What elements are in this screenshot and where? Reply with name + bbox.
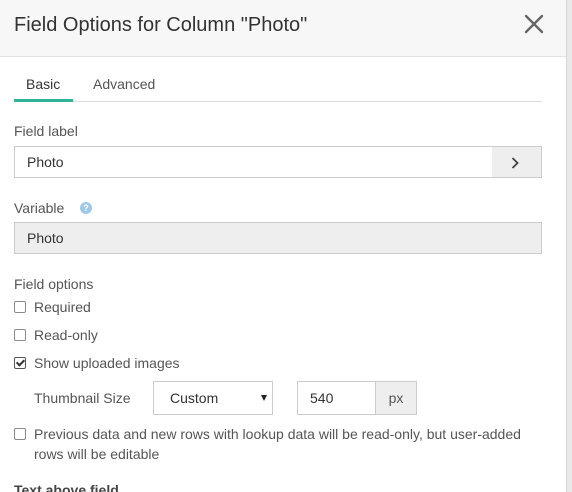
field-label-input[interactable]: Photo: [14, 146, 493, 178]
chevron-right-icon: [511, 157, 519, 169]
thumbnail-unit-addon: px: [376, 381, 417, 415]
thumbnail-size-input[interactable]: 540: [297, 381, 376, 415]
read-only-label[interactable]: Read-only: [34, 327, 98, 343]
tab-bar: Basic Advanced: [14, 72, 542, 102]
text-above-field-heading: Text above field: [14, 482, 119, 492]
show-uploaded-images-label[interactable]: Show uploaded images: [34, 355, 180, 371]
required-label[interactable]: Required: [34, 299, 91, 315]
tab-basic[interactable]: Basic: [26, 76, 60, 92]
read-only-checkbox[interactable]: [14, 329, 26, 341]
lookup-read-only-label[interactable]: Previous data and new rows with lookup d…: [34, 424, 534, 464]
tab-advanced[interactable]: Advanced: [93, 76, 155, 92]
field-label-action-button[interactable]: [492, 146, 542, 178]
field-options-heading: Field options: [14, 276, 94, 292]
thumbnail-size-label: Thumbnail Size: [34, 390, 131, 406]
variable-field: Photo: [14, 222, 542, 254]
question-circle-icon[interactable]: ?: [80, 202, 92, 214]
show-uploaded-images-checkbox[interactable]: [14, 357, 26, 369]
scrollbar-edge[interactable]: [566, 0, 572, 492]
field-label-heading: Field label: [14, 123, 78, 139]
caret-down-icon: [261, 395, 267, 401]
close-icon[interactable]: [520, 8, 548, 40]
variable-heading: Variable: [14, 200, 65, 216]
field-options-dialog: Field Options for Column "Photo" Basic A…: [0, 0, 566, 492]
dialog-header: Field Options for Column "Photo": [0, 0, 566, 57]
thumbnail-size-selected: Custom: [170, 390, 219, 406]
required-checkbox[interactable]: [14, 301, 26, 313]
thumbnail-size-select[interactable]: Custom: [153, 381, 273, 415]
lookup-read-only-checkbox[interactable]: [14, 428, 26, 440]
active-tab-indicator: [14, 99, 73, 102]
dialog-title: Field Options for Column "Photo": [14, 14, 308, 36]
